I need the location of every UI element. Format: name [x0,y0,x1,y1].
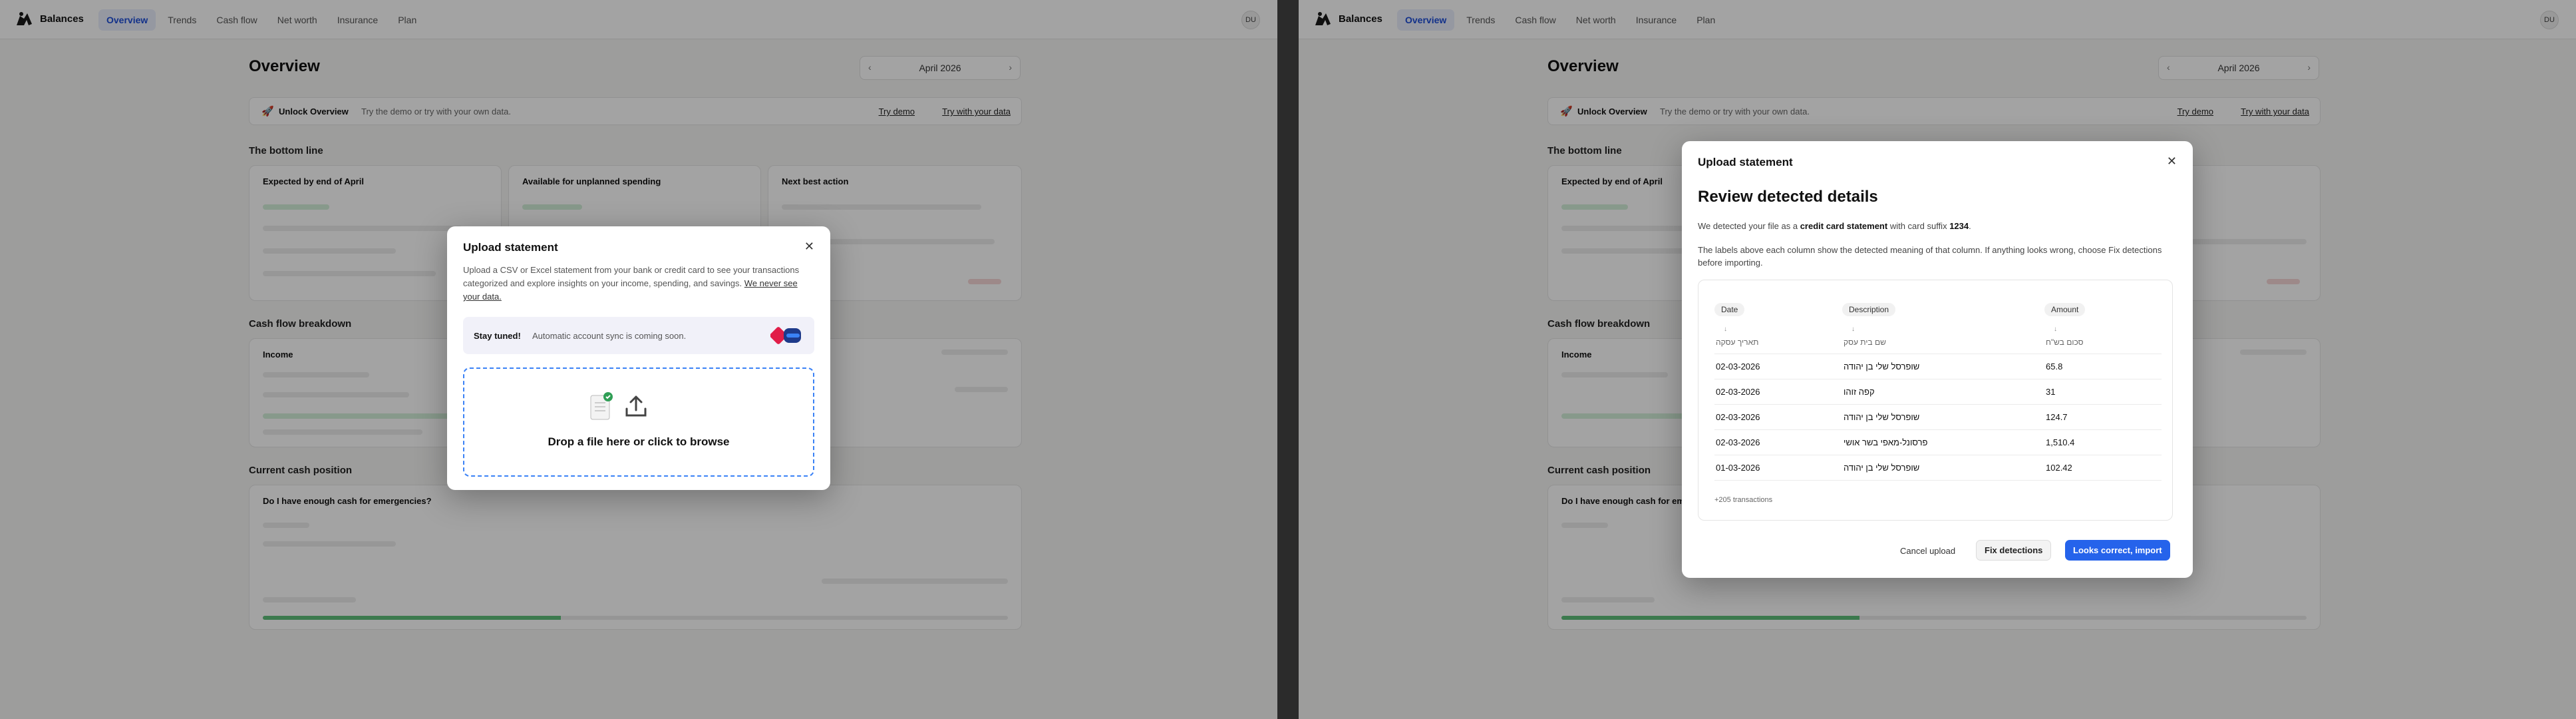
detected-file-type: credit card statement [1800,221,1888,231]
cell-date: 02-03-2026 [1716,412,1760,422]
cell-description: שופרסל שלי בן יהודה [1844,412,1920,422]
preview-table: Date Description Amount ↓ ↓ ↓ תאריך עסקה… [1698,280,2173,521]
table-rows: 02-03-2026 שופרסל שלי בן יהודה 65.8 02-0… [1714,354,2162,481]
drop-text: Drop a file here or click to browse [548,435,730,448]
cell-date: 02-03-2026 [1716,387,1760,397]
modal-title: Upload statement [463,241,558,254]
cell-amount: 124.7 [2046,412,2068,422]
upload-icon [625,395,647,417]
close-icon[interactable]: ✕ [2167,154,2177,168]
stay-tuned-box: Stay tuned! Automatic account sync is co… [463,317,814,354]
table-row: 02-03-2026 שופרסל שלי בן יהודה 65.8 [1714,354,2162,379]
bank-cards-icon [770,327,801,344]
import-button[interactable]: Looks correct, import [2065,540,2170,561]
header-amount: סכום בש"ח [2046,338,2084,347]
card-suffix: 1234 [1949,221,1969,231]
cell-description: קפה זוהו [1844,387,1875,397]
detection-summary: We detected your file as a credit card s… [1698,221,1971,231]
column-label-amount: Amount [2044,303,2086,316]
left-screen: Balances Overview Trends Cash flow Net w… [0,0,1277,719]
arrow-down-icon: ↓ [1852,326,1855,333]
table-row: 02-03-2026 פרסונל-מאפי בשר אושי 1,510.4 [1714,429,2162,455]
cell-date: 01-03-2026 [1716,463,1760,473]
more-transactions: +205 transactions [1714,496,1773,504]
right-screen: Balances Overview Trends Cash flow Net w… [1299,0,2576,719]
screen-divider [1277,0,1299,719]
cell-date: 02-03-2026 [1716,437,1760,447]
arrow-down-icon: ↓ [1724,326,1727,333]
detection-note: The labels above each column show the de… [1698,245,2162,268]
detect-mid: with card suffix [1889,221,1947,231]
cell-date: 02-03-2026 [1716,361,1760,371]
header-description: שם בית עסק [1844,338,1886,347]
cell-amount: 65.8 [2046,361,2063,371]
close-icon[interactable]: ✕ [804,240,814,254]
review-heading: Review detected details [1698,188,1878,206]
cell-description: פרסונל-מאפי בשר אושי [1844,437,1928,447]
cell-amount: 102.42 [2046,463,2072,473]
column-label-date: Date [1714,303,1745,316]
stay-text: Automatic account sync is coming soon. [532,331,687,341]
cancel-upload-button[interactable]: Cancel upload [1892,541,1963,561]
upload-description: Upload a CSV or Excel statement from you… [463,264,809,304]
modal-title: Upload statement [1698,156,1793,168]
file-icon [590,392,613,420]
column-label-description: Description [1842,303,1896,316]
review-modal: Upload statement ✕ Review detected detai… [1682,141,2193,578]
table-row: 02-03-2026 שופרסל שלי בן יהודה 124.7 [1714,404,2162,429]
table-row: 02-03-2026 קפה זוהו 31 [1714,379,2162,404]
fix-detections-button[interactable]: Fix detections [1976,540,2052,561]
arrow-down-icon: ↓ [2054,326,2057,333]
upload-modal: Upload statement ✕ Upload a CSV or Excel… [447,226,830,490]
detect-prefix: We detected your file as a [1698,221,1798,231]
header-date: תאריך עסקה [1716,338,1759,347]
table-row: 01-03-2026 שופרסל שלי בן יהודה 102.42 [1714,455,2162,481]
cell-amount: 1,510.4 [2046,437,2075,447]
cell-amount: 31 [2046,387,2056,397]
cell-description: שופרסל שלי בן יהודה [1844,361,1920,371]
cell-description: שופרסל שלי בן יהודה [1844,463,1920,473]
file-dropzone[interactable]: Drop a file here or click to browse [463,367,814,477]
stay-title: Stay tuned! [474,331,521,341]
